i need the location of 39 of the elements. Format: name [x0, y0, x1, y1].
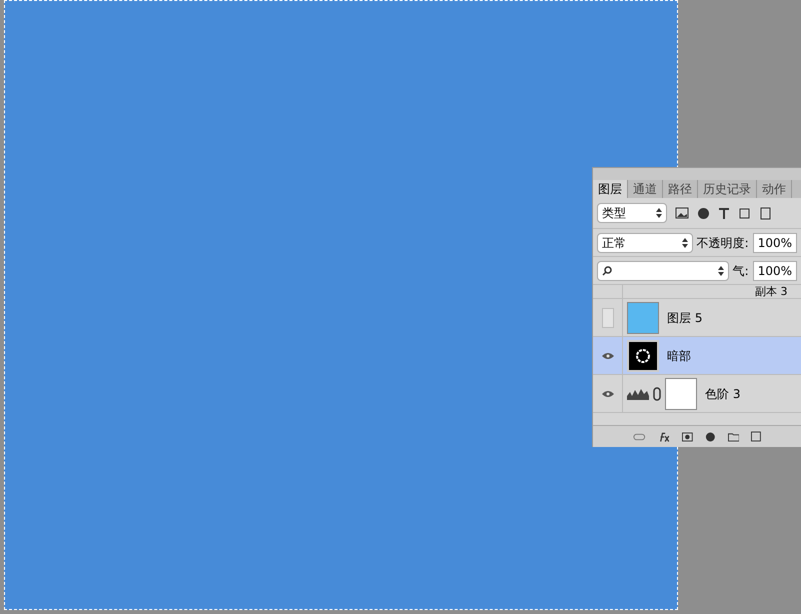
link-icon[interactable]	[633, 432, 646, 440]
image-icon[interactable]	[675, 207, 689, 219]
layer-row[interactable]: 图层 5	[593, 299, 801, 337]
stepper-icon	[682, 238, 688, 248]
layer-search-field[interactable]	[597, 260, 729, 280]
circle-icon[interactable]	[697, 206, 710, 220]
chain-icon	[653, 386, 661, 400]
opacity-label: 不透明度:	[696, 234, 749, 252]
eye-icon[interactable]	[602, 390, 614, 398]
blend-mode-dropdown[interactable]: 正常	[597, 232, 693, 252]
layer-name: 暗部	[667, 348, 691, 364]
opacity-field[interactable]: 100%	[752, 232, 797, 252]
transform-icon[interactable]	[738, 206, 751, 220]
fx-icon[interactable]	[658, 430, 670, 442]
stepper-icon	[718, 266, 724, 276]
filter-dropdown[interactable]: 类型	[597, 203, 667, 223]
eye-icon[interactable]	[602, 352, 614, 360]
histogram-icon	[627, 388, 649, 400]
mask-thumbnail	[665, 378, 697, 410]
adjustment-icon[interactable]	[704, 430, 716, 442]
layer-row[interactable]: 副本 3	[593, 285, 801, 299]
mask-icon[interactable]	[682, 432, 693, 442]
text-icon[interactable]	[718, 206, 730, 220]
search-icon	[602, 266, 612, 276]
stepper-icon	[656, 208, 662, 218]
fill-label: 气:	[732, 262, 749, 280]
ring-icon	[634, 346, 652, 364]
layer-row[interactable]: 暗部	[593, 337, 801, 375]
layer-row[interactable]: 色阶 3	[593, 375, 801, 413]
layer-name: 副本 3	[755, 286, 788, 298]
panel-tab[interactable]: 图层	[593, 180, 628, 198]
fill-field[interactable]: 100%	[752, 260, 797, 280]
new-layer-icon[interactable]	[751, 431, 761, 442]
layer-thumbnail	[627, 302, 659, 334]
document-icon[interactable]	[759, 206, 771, 220]
layer-name: 图层 5	[667, 310, 702, 326]
layer-name: 色阶 3	[705, 386, 740, 402]
visibility-toggle[interactable]	[602, 308, 614, 328]
folder-icon[interactable]	[728, 432, 740, 442]
